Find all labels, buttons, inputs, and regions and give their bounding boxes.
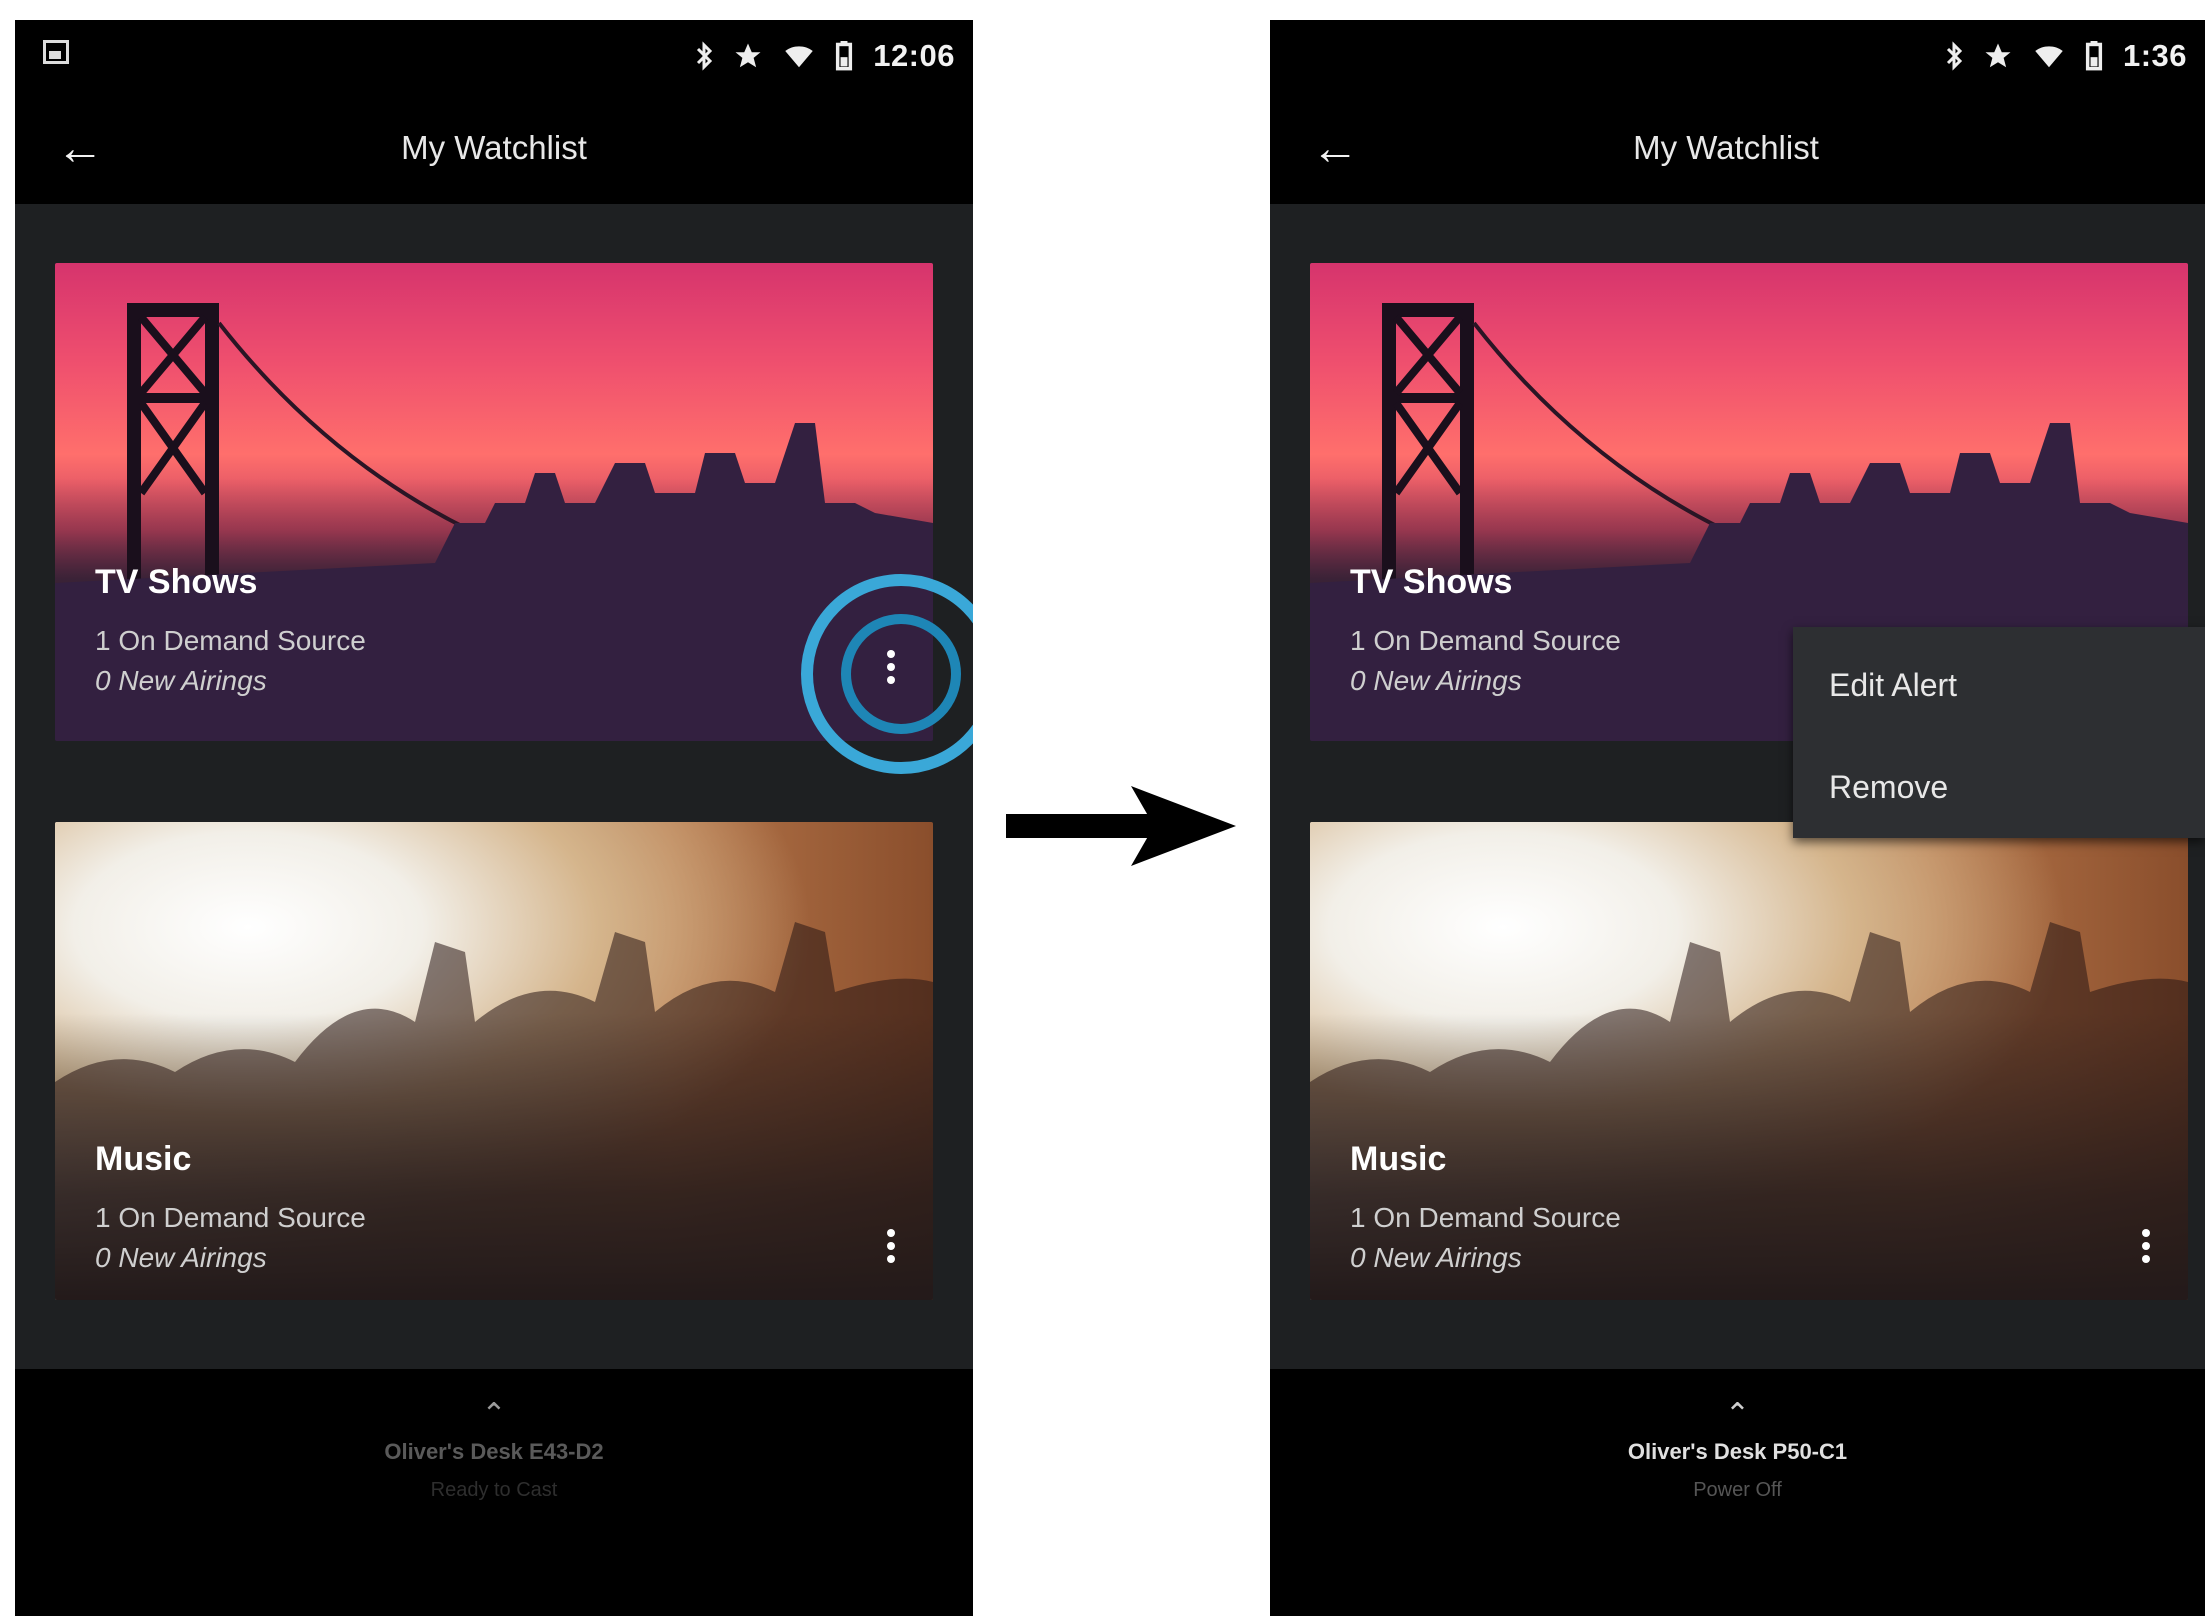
cast-device-status: Power Off xyxy=(1693,1479,1782,1501)
cast-device-name: Oliver's Desk E43-D2 xyxy=(384,1439,604,1464)
card-title: Music xyxy=(1350,1140,1447,1178)
watchlist-card-music[interactable]: Music 1 On Demand Source 0 New Airings xyxy=(55,822,933,1300)
card-title: TV Shows xyxy=(1350,563,1513,601)
menu-item-edit-alert[interactable]: Edit Alert xyxy=(1829,667,1957,704)
page-title: My Watchlist xyxy=(1633,129,1819,166)
chevron-up-icon[interactable]: ⌃ xyxy=(15,1397,973,1432)
more-vert-icon[interactable] xyxy=(2126,1216,2166,1276)
cast-device-name: Oliver's Desk P50-C1 xyxy=(1627,1439,1848,1464)
image-icon xyxy=(43,40,69,64)
card-new-airings: 0 New Airings xyxy=(1350,1242,1522,1273)
app-bar: ← My Watchlist xyxy=(1270,92,2205,204)
card-source-count: 1 On Demand Source xyxy=(95,1202,366,1233)
card-source-count: 1 On Demand Source xyxy=(95,625,366,656)
cast-device-status: Ready to Cast xyxy=(430,1479,558,1501)
phone-screen-before: 12:06 ← My Watchlist TV Shows 1 On Deman… xyxy=(15,20,973,1616)
right-arrow-icon xyxy=(1006,786,1236,866)
more-vert-icon[interactable] xyxy=(871,1216,911,1276)
wifi-icon xyxy=(2035,46,2063,68)
card-title: Music xyxy=(95,1140,192,1178)
watchlist-content: TV Shows 1 On Demand Source 0 New Airing… xyxy=(15,204,973,1369)
bluetooth-icon xyxy=(697,41,713,71)
status-time: 12:06 xyxy=(873,38,955,73)
status-icons: 1:36 xyxy=(1945,34,2187,78)
status-bar: 1:36 xyxy=(1270,20,2205,92)
battery-icon xyxy=(836,41,853,71)
card-overflow-menu: Edit Alert Remove xyxy=(1793,627,2205,838)
star-icon xyxy=(735,43,761,68)
watchlist-card-music[interactable]: Music 1 On Demand Source 0 New Airings xyxy=(1310,822,2188,1300)
status-icons: 12:06 xyxy=(695,34,955,78)
tap-highlight-inner-ring xyxy=(841,614,961,734)
cast-device-bar[interactable]: ⌃ Oliver's Desk P50-C1 Power Off xyxy=(1270,1369,2205,1616)
card-source-count: 1 On Demand Source xyxy=(1350,1202,1621,1233)
chevron-up-icon[interactable]: ⌃ xyxy=(1270,1397,2205,1432)
battery-icon xyxy=(2085,41,2103,71)
bluetooth-icon xyxy=(1946,41,1963,71)
app-bar: ← My Watchlist xyxy=(15,92,973,204)
card-new-airings: 0 New Airings xyxy=(95,1242,267,1273)
status-bar: 12:06 xyxy=(15,20,973,92)
card-new-airings: 0 New Airings xyxy=(95,665,267,696)
card-source-count: 1 On Demand Source xyxy=(1350,625,1621,656)
card-new-airings: 0 New Airings xyxy=(1350,665,1522,696)
menu-item-remove[interactable]: Remove xyxy=(1829,769,1948,806)
wifi-icon xyxy=(785,46,813,68)
cast-device-bar[interactable]: ⌃ Oliver's Desk E43-D2 Ready to Cast xyxy=(15,1369,973,1616)
card-title: TV Shows xyxy=(95,563,258,601)
page-title: My Watchlist xyxy=(401,129,587,166)
star-icon xyxy=(1985,43,2011,68)
status-time: 1:36 xyxy=(2122,38,2187,73)
